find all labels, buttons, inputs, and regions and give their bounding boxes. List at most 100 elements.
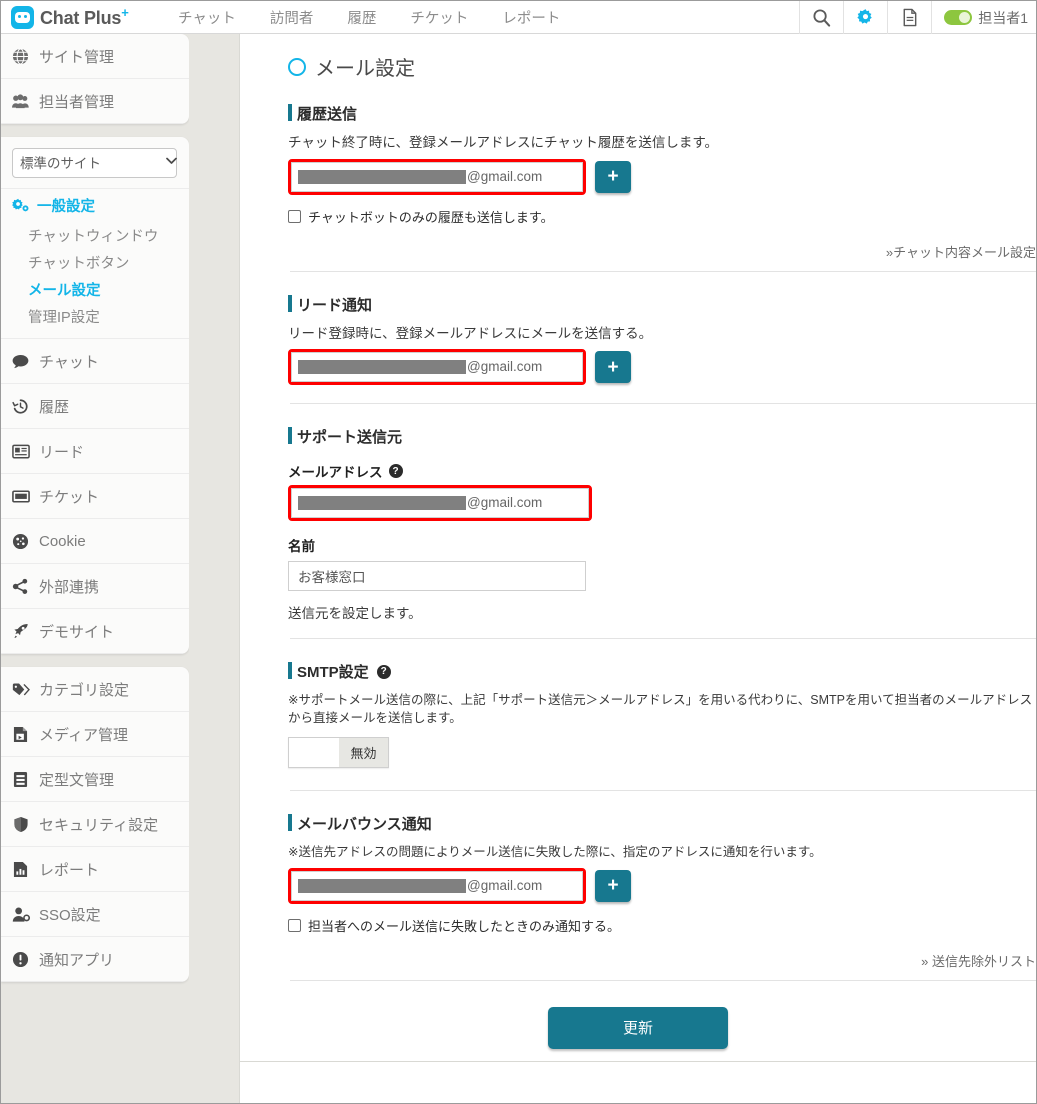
sidebar-item-media-management[interactable]: メディア管理 (1, 712, 189, 757)
update-button[interactable]: 更新 (548, 1006, 728, 1049)
sidebar-item-label: 履歴 (39, 398, 70, 416)
sidebar-item-chat-button[interactable]: チャットボタン (1, 249, 189, 276)
topnav-item-history[interactable]: 履歴 (330, 7, 393, 28)
sidebar-item-category-settings[interactable]: カテゴリ設定 (1, 667, 189, 712)
sidebar-item-report[interactable]: レポート (1, 847, 189, 892)
site-select[interactable]: 標準のサイト (12, 148, 177, 178)
redacted-text-bar (298, 360, 466, 375)
exclusion-list-link[interactable]: » 送信先除外リスト (288, 951, 1036, 970)
brand-logo-area[interactable]: Chat Plus+ (1, 5, 161, 29)
sidebar-item-label: チケット (39, 488, 100, 506)
bounce-agent-only-label: 担当者へのメール送信に失敗したときのみ通知する。 (308, 918, 621, 934)
sidebar-item-label: サイト管理 (39, 48, 115, 66)
sidebar-item-sso-settings[interactable]: SSO設定 (1, 892, 189, 937)
lead-email-input[interactable]: @gmail.com (291, 352, 583, 383)
general-settings-group: 一般設定 チャットウィンドウ チャットボタン メール設定 管理IP設定 (1, 189, 189, 339)
circle-outline-icon (288, 57, 306, 76)
topnav-item-chat[interactable]: チャット (161, 7, 253, 28)
sidebar-group-label: 一般設定 (37, 199, 95, 215)
topnav-item-visitors[interactable]: 訪問者 (253, 7, 331, 28)
history-add-email-button[interactable]: + (595, 160, 631, 193)
support-email-domain: @gmail.com (467, 495, 543, 511)
gears-icon (11, 196, 30, 215)
page-title: メール設定 (240, 34, 1036, 81)
sidebar-item-external-integration[interactable]: 外部連携 (1, 564, 189, 609)
bounce-add-email-button[interactable]: + (595, 869, 631, 902)
sidebar-item-admin-ip-settings[interactable]: 管理IP設定 (1, 303, 189, 330)
support-name-input[interactable] (288, 561, 586, 592)
sidebar-group-general-settings[interactable]: 一般設定 (1, 189, 189, 222)
section-description: リード登録時に、登録メールアドレスにメールを送信する。 (288, 325, 653, 341)
search-icon[interactable] (799, 1, 843, 34)
sidebar-item-label: リード (39, 443, 85, 461)
bounce-email-domain: @gmail.com (467, 877, 543, 893)
support-email-input[interactable]: @gmail.com (291, 488, 589, 519)
top-header-bar: Chat Plus+ チャット 訪問者 履歴 チケット レポート 担当者1 (1, 1, 1036, 34)
redacted-text-bar (298, 878, 466, 893)
smtp-enable-toggle[interactable]: 無効 (288, 737, 389, 769)
submit-area: 更新 (240, 1006, 1036, 1049)
section-lead-notification: リード通知 リード登録時に、登録メールアドレスにメールを送信する。 @gmail… (240, 294, 1036, 386)
online-status-toggle[interactable] (944, 10, 973, 25)
sidebar-item-security-settings[interactable]: セキュリティ設定 (1, 802, 189, 847)
sidebar-item-mail-settings[interactable]: メール設定 (1, 276, 189, 303)
lead-email-domain: @gmail.com (467, 359, 543, 375)
section-title: メールバウンス通知 (288, 813, 1036, 834)
sidebar-item-label: SSO設定 (39, 906, 101, 924)
help-icon[interactable]: ? (376, 664, 391, 679)
section-divider (290, 638, 1036, 640)
tags-icon (11, 680, 30, 699)
top-navigation: チャット 訪問者 履歴 チケット レポート (161, 7, 577, 28)
user-key-icon (11, 905, 30, 924)
bounce-agent-only-checkbox[interactable] (288, 918, 301, 932)
user-name-label: 担当者1 (978, 9, 1028, 26)
topnav-item-report[interactable]: レポート (485, 7, 577, 28)
section-title: 履歴送信 (288, 103, 1036, 124)
bounce-description: ※送信先アドレスの問題によりメール送信に失敗した際に、指定のアドレスに通知を行い… (288, 845, 822, 860)
cookie-icon (11, 532, 30, 551)
help-icon[interactable]: ? (388, 464, 403, 479)
smtp-toggle-state-label: 無効 (339, 738, 388, 768)
section-title: リード通知 (288, 294, 1036, 315)
redacted-text-bar (298, 496, 466, 511)
sidebar-item-chat[interactable]: チャット (1, 339, 189, 384)
smtp-description: ※サポートメール送信の際に、上記「サポート送信元＞メールアドレス」を用いる代わり… (288, 693, 1033, 726)
redacted-text-bar (298, 169, 466, 184)
history-chatbot-checkbox[interactable] (288, 209, 301, 223)
sidebar-item-chat-window[interactable]: チャットウィンドウ (1, 222, 189, 249)
sidebar-item-label: レポート (39, 861, 100, 879)
sidebar-item-site-management[interactable]: サイト管理 (1, 34, 189, 79)
history-email-input[interactable]: @gmail.com (291, 161, 583, 192)
sidebar-item-ticket[interactable]: チケット (1, 474, 189, 519)
sidebar-item-history[interactable]: 履歴 (1, 384, 189, 429)
rocket-icon (11, 622, 30, 641)
gear-icon[interactable] (843, 1, 887, 34)
shield-icon (11, 815, 30, 834)
chatplus-logo-icon (11, 5, 34, 29)
lead-add-email-button[interactable]: + (595, 351, 631, 384)
sidebar-item-demo-site[interactable]: デモサイト (1, 609, 189, 654)
support-email-highlight: @gmail.com (288, 485, 592, 522)
sidebar-item-notification-app[interactable]: 通知アプリ (1, 937, 189, 982)
site-select-wrapper: 標準のサイト (1, 137, 189, 189)
sidebar-item-template-management[interactable]: 定型文管理 (1, 757, 189, 802)
topnav-item-ticket[interactable]: チケット (393, 7, 485, 28)
section-title: サポート送信元 (288, 426, 1036, 447)
bounce-checkbox-row: 担当者へのメール送信に失敗したときのみ通知する。 (288, 916, 1036, 935)
history-email-highlight: @gmail.com (288, 158, 586, 195)
document-icon[interactable] (887, 1, 931, 34)
sidebar-item-lead[interactable]: リード (1, 429, 189, 474)
section-support-sender: サポート送信元 メールアドレス ? @gmail.com 名前 送信元を設定しま… (240, 426, 1036, 622)
user-status-chip[interactable]: 担当者1 (931, 1, 1036, 34)
section-mail-bounce: メールバウンス通知 ※送信先アドレスの問題によりメール送信に失敗した際に、指定の… (240, 813, 1036, 969)
sidebar-item-label: カテゴリ設定 (39, 681, 130, 699)
bounce-email-input[interactable]: @gmail.com (291, 870, 583, 901)
sidebar-item-agent-management[interactable]: 担当者管理 (1, 79, 189, 124)
sidebar-item-label: デモサイト (39, 623, 115, 641)
support-sender-note: 送信元を設定します。 (288, 606, 422, 622)
chat-content-mail-settings-link[interactable]: »チャット内容メール設定 (288, 242, 1036, 261)
users-icon (11, 92, 30, 111)
section-description: チャット終了時に、登録メールアドレスにチャット履歴を送信します。 (288, 135, 718, 150)
smtp-toggle-knob (289, 738, 339, 768)
sidebar-item-cookie[interactable]: Cookie (1, 519, 189, 564)
